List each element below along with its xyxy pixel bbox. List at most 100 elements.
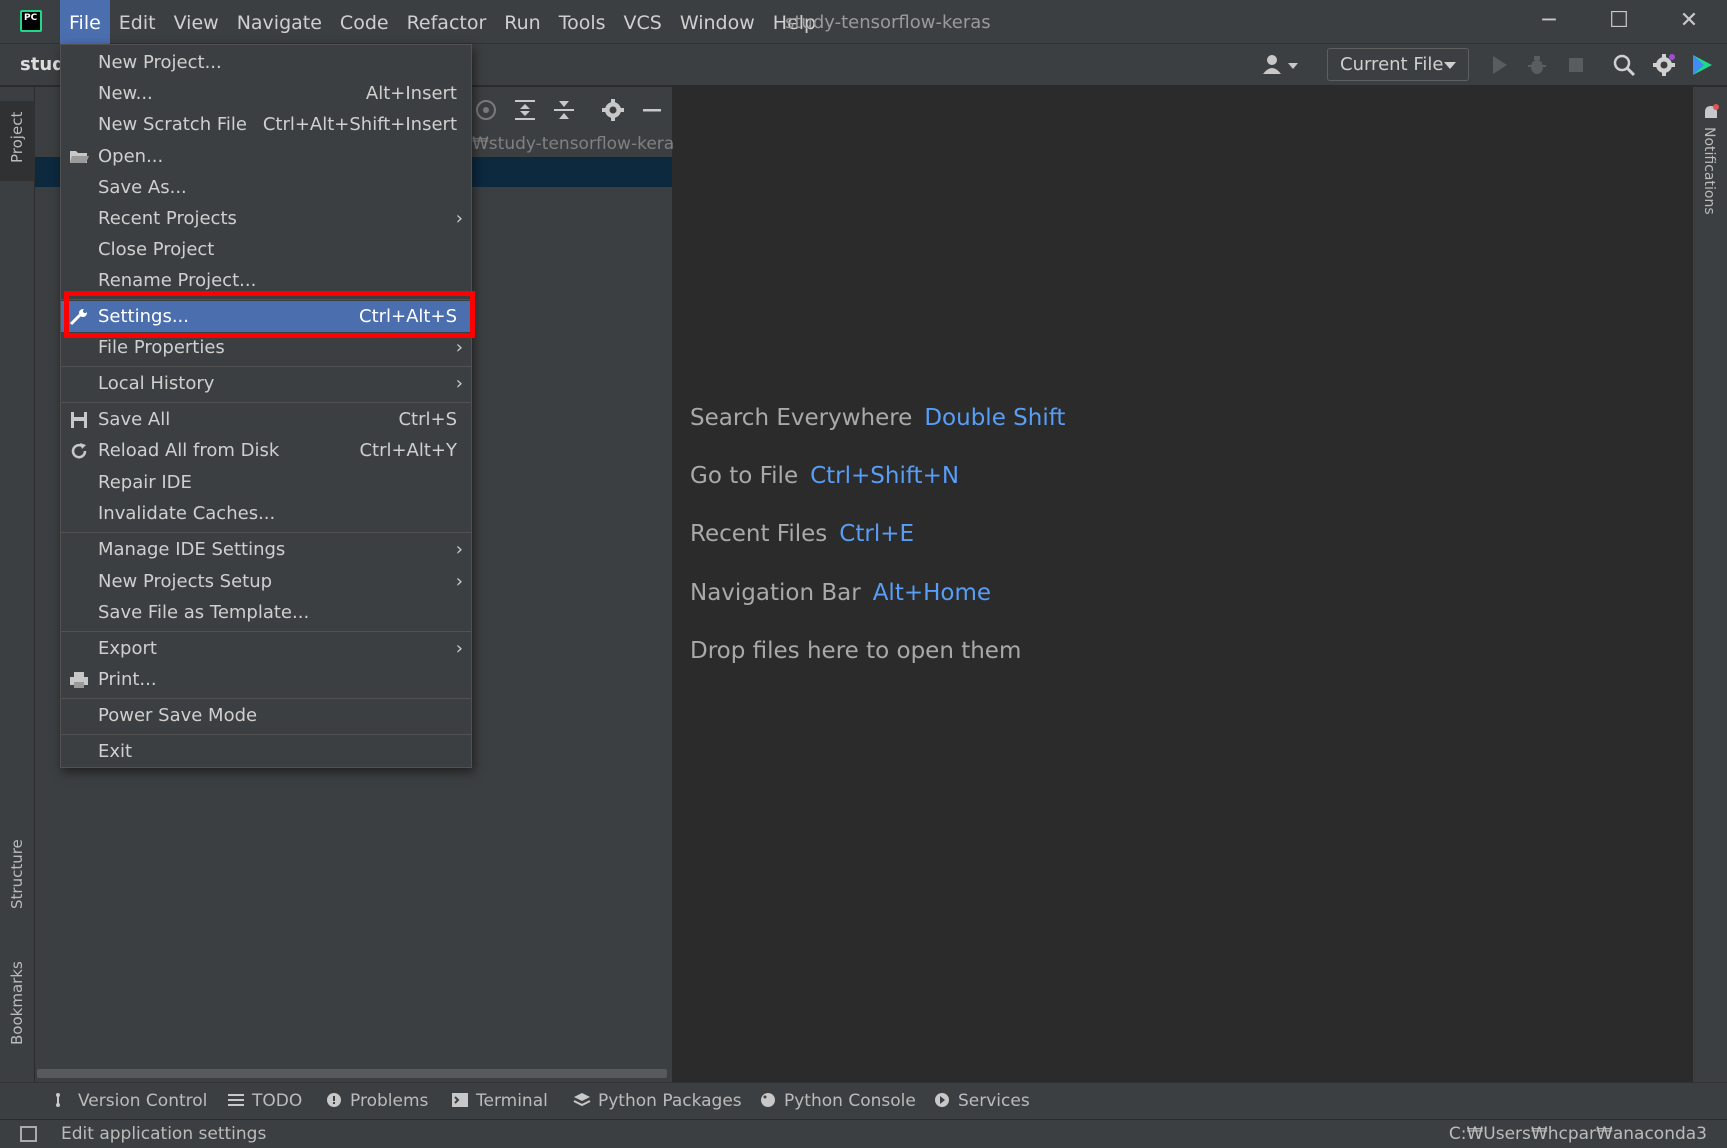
- project-root-path: ₩study-tensorflow-keras: [472, 134, 684, 154]
- user-account-icon[interactable]: [1262, 54, 1302, 76]
- expand-all-icon[interactable]: [512, 97, 538, 123]
- list-icon: [228, 1094, 244, 1106]
- menu-item-save-all[interactable]: Save All Ctrl+S: [61, 404, 471, 435]
- python-console-tab[interactable]: Python Console: [759, 1083, 916, 1120]
- todo-tab[interactable]: TODO: [227, 1083, 302, 1120]
- item-label: Exit: [98, 741, 133, 762]
- folder-open-icon: [70, 151, 89, 163]
- menu-item-new-project[interactable]: New Project...: [61, 47, 471, 78]
- pycharm-logo-icon: PC: [20, 10, 42, 32]
- menu-item-local-history[interactable]: Local History ›: [61, 368, 471, 399]
- menu-item-export[interactable]: Export ›: [61, 633, 471, 664]
- item-label: Close Project: [98, 239, 215, 260]
- menu-window[interactable]: Window: [671, 0, 764, 44]
- interpreter-path[interactable]: C:₩Users₩hcpar₩anaconda3: [1449, 1124, 1707, 1144]
- menu-item-manage-ide-settings[interactable]: Manage IDE Settings ›: [61, 534, 471, 565]
- hide-panel-icon[interactable]: [639, 97, 665, 123]
- menu-navigate[interactable]: Navigate: [228, 0, 331, 44]
- menu-item-open[interactable]: Open...: [61, 141, 471, 172]
- hint-text: Search Everywhere: [690, 405, 913, 431]
- menu-item-invalidate-caches[interactable]: Invalidate Caches...: [61, 498, 471, 529]
- menu-separator: [61, 366, 471, 367]
- menu-code[interactable]: Code: [331, 0, 398, 44]
- problems-icon: [327, 1093, 341, 1107]
- item-label: New Scratch File: [98, 114, 247, 135]
- terminal-tab[interactable]: Terminal: [451, 1083, 548, 1120]
- horizontal-scrollbar[interactable]: [37, 1069, 667, 1078]
- hint-go-to-file: Go to File Ctrl+Shift+N: [690, 463, 959, 489]
- menu-separator: [61, 734, 471, 735]
- run-config-label: Current File: [1340, 54, 1444, 75]
- bookmarks-tool-tab[interactable]: Bookmarks: [0, 957, 35, 1057]
- maximize-button[interactable]: ☐: [1584, 0, 1654, 44]
- hint-navigation-bar: Navigation Bar Alt+Home: [690, 580, 991, 606]
- problems-tab[interactable]: Problems: [325, 1083, 428, 1120]
- logo-text: PC: [24, 13, 38, 23]
- menu-view[interactable]: View: [165, 0, 228, 44]
- menu-item-save-as[interactable]: Save As...: [61, 172, 471, 203]
- menu-edit[interactable]: Edit: [110, 0, 165, 44]
- hint-drop-files: Drop files here to open them: [690, 638, 1021, 664]
- menu-refactor[interactable]: Refactor: [398, 0, 496, 44]
- menu-item-power-save-mode[interactable]: Power Save Mode: [61, 700, 471, 731]
- minimize-button[interactable]: ─: [1514, 0, 1584, 44]
- item-label: Manage IDE Settings: [98, 539, 286, 560]
- version-control-tab[interactable]: Version Control: [53, 1083, 207, 1120]
- services-icon: [935, 1093, 949, 1107]
- menu-item-reload-all[interactable]: Reload All from Disk Ctrl+Alt+Y: [61, 435, 471, 466]
- item-label: Local History: [98, 373, 215, 394]
- gear-icon[interactable]: [1652, 53, 1676, 77]
- menu-separator: [61, 532, 471, 533]
- tab-label: Python Packages: [598, 1091, 742, 1111]
- menu-item-repair-ide[interactable]: Repair IDE: [61, 467, 471, 498]
- menu-item-close-project[interactable]: Close Project: [61, 234, 471, 265]
- menu-item-new-scratch-file[interactable]: New Scratch File Ctrl+Alt+Shift+Insert: [61, 109, 471, 140]
- gear-icon[interactable]: [600, 97, 626, 123]
- menu-item-new-projects-setup[interactable]: New Projects Setup ›: [61, 566, 471, 597]
- structure-tab-label: Structure: [8, 839, 26, 909]
- menu-run[interactable]: Run: [495, 0, 549, 44]
- menu-item-print[interactable]: Print...: [61, 664, 471, 695]
- run-icon[interactable]: [1487, 53, 1511, 77]
- menu-item-save-file-as-template[interactable]: Save File as Template...: [61, 597, 471, 628]
- menu-tools[interactable]: Tools: [550, 0, 615, 44]
- item-shortcut: Ctrl+S: [398, 409, 457, 430]
- chevron-right-icon: ›: [455, 373, 463, 394]
- status-message: Edit application settings: [61, 1124, 267, 1144]
- search-icon[interactable]: [1612, 53, 1636, 77]
- floppy-disk-icon: [71, 412, 87, 428]
- hint-search-everywhere: Search Everywhere Double Shift: [690, 405, 1065, 431]
- menu-item-exit[interactable]: Exit: [61, 736, 471, 767]
- menu-vcs[interactable]: VCS: [615, 0, 671, 44]
- structure-tool-tab[interactable]: Structure: [0, 827, 35, 927]
- printer-icon: [70, 672, 88, 688]
- menu-item-new[interactable]: New... Alt+Insert: [61, 78, 471, 109]
- python-packages-tab[interactable]: Python Packages: [573, 1083, 742, 1120]
- notification-bell-icon[interactable]: [1701, 103, 1721, 123]
- close-button[interactable]: ✕: [1654, 0, 1724, 44]
- debug-icon[interactable]: [1525, 53, 1549, 77]
- hint-text: Recent Files: [690, 521, 828, 547]
- services-tab[interactable]: Services: [933, 1083, 1030, 1120]
- chevron-down-icon: [1444, 62, 1456, 69]
- toggle-tool-windows-icon[interactable]: [20, 1126, 37, 1142]
- tab-label: Terminal: [476, 1091, 548, 1111]
- collapse-all-icon[interactable]: [551, 97, 577, 123]
- hint-key: Double Shift: [924, 405, 1066, 431]
- hint-key: Alt+Home: [872, 580, 992, 606]
- menu-file[interactable]: File: [60, 0, 110, 44]
- notifications-tab[interactable]: Notifications: [1701, 127, 1717, 215]
- project-tool-tab[interactable]: Project: [0, 101, 35, 181]
- stop-icon[interactable]: [1564, 53, 1588, 77]
- menu-item-recent-projects[interactable]: Recent Projects ›: [61, 203, 471, 234]
- jetbrains-plugin-icon[interactable]: [1690, 53, 1714, 77]
- item-shortcut: Ctrl+Alt+Shift+Insert: [262, 114, 457, 135]
- chevron-right-icon: ›: [455, 571, 463, 592]
- item-shortcut: Ctrl+Alt+Y: [359, 440, 457, 461]
- run-configuration-select[interactable]: Current File: [1327, 48, 1469, 81]
- chevron-right-icon: ›: [455, 539, 463, 560]
- item-label: Reload All from Disk: [98, 440, 280, 461]
- file-menu-dropdown: New Project... New... Alt+Insert New Scra…: [60, 44, 472, 768]
- locate-icon[interactable]: [473, 97, 499, 123]
- item-label: Save File as Template...: [98, 602, 310, 623]
